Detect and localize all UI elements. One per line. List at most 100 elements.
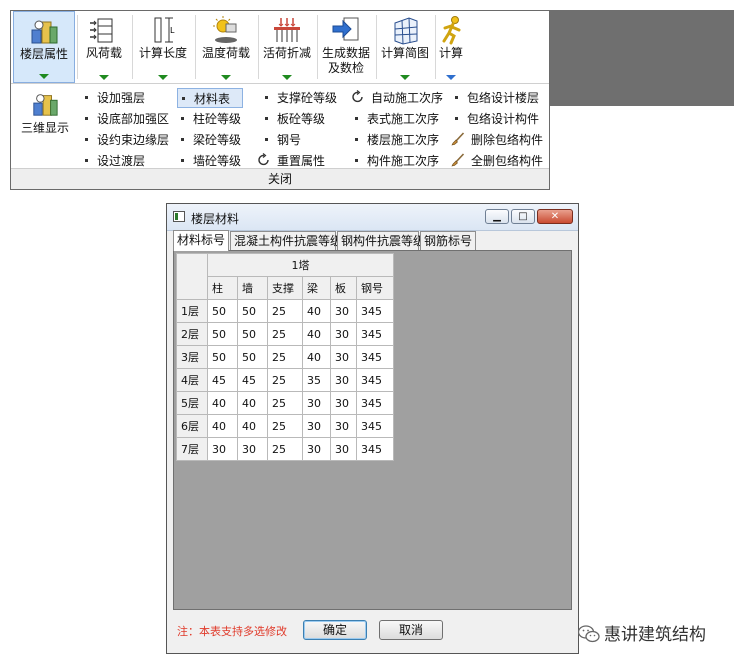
grid-cell-slab[interactable]: 30 [330,437,357,461]
bullet-icon [85,159,88,162]
grid-cell-steel-grade[interactable]: 345 [356,322,394,346]
panel-item-set-constraint-edge[interactable]: 设约束边缘层 [81,130,169,150]
grid-cell-brace[interactable]: 25 [267,437,303,461]
tab-material-grade[interactable]: 材料标号 [173,230,229,251]
grid-cell-beam[interactable]: 40 [302,345,331,369]
grid-cell-column[interactable]: 50 [207,345,238,369]
grid-cell-column[interactable]: 40 [207,414,238,438]
panel-item-label: 设约束边缘层 [97,133,170,147]
calc-diagram-button[interactable]: 计算简图 [377,11,433,83]
panel-item-label: 墙砼等级 [193,154,242,168]
generate-data-button[interactable]: 生成数据 及数检 [318,11,374,83]
grid-cell-wall[interactable]: 30 [237,437,268,461]
grid-cell-steel-grade[interactable]: 345 [356,299,394,323]
grid-cell-column[interactable]: 50 [207,299,238,323]
wind-load-button[interactable]: 风荷载 [78,11,130,83]
grid-cell-brace[interactable]: 25 [267,391,303,415]
bullet-icon [355,138,358,141]
row-header[interactable]: 4层 [176,368,208,392]
row-header[interactable]: 6层 [176,414,208,438]
grid-cell-column[interactable]: 40 [207,391,238,415]
chevron-down-icon[interactable] [221,75,231,80]
grid-cell-steel-grade[interactable]: 345 [356,345,394,369]
panel-item-column-concrete-grade[interactable]: 柱砼等级 [177,109,241,129]
row-header[interactable]: 5层 [176,391,208,415]
tab-rebar-grade[interactable]: 钢筋标号 [420,231,476,250]
grid-cell-wall[interactable]: 50 [237,299,268,323]
grid-cell-beam[interactable]: 30 [302,437,331,461]
grid-cell-steel-grade[interactable]: 345 [356,368,394,392]
chevron-down-icon[interactable] [282,75,292,80]
panel-item-set-strengthen-floor[interactable]: 设加强层 [81,88,145,108]
grid-cell-beam[interactable]: 30 [302,414,331,438]
grid-cell-beam[interactable]: 35 [302,368,331,392]
grid-cell-brace[interactable]: 25 [267,322,303,346]
calculate-button[interactable]: 计算 [436,11,466,83]
column-header-row: 柱墙支撑梁板钢号 [177,276,394,300]
floor-properties-button[interactable]: 楼层属性 [13,11,75,83]
close-button[interactable]: ✕ [537,209,573,224]
grid-cell-column[interactable]: 50 [207,322,238,346]
grid-cell-wall[interactable]: 50 [237,322,268,346]
row-header[interactable]: 3层 [176,345,208,369]
view-3d-button[interactable]: 三维显示 [15,86,75,146]
minimize-button[interactable]: ▁ [485,209,509,224]
panel-item-auto-construction-order[interactable]: 自动施工次序 [351,88,443,108]
panel-item-label: 楼层施工次序 [367,133,440,147]
grid-cell-column[interactable]: 30 [207,437,238,461]
grid-cell-steel-grade[interactable]: 345 [356,414,394,438]
grid-cell-slab[interactable]: 30 [330,322,357,346]
chevron-down-icon[interactable] [99,75,109,80]
live-load-reduction-button[interactable]: 活荷折减 [259,11,315,83]
maximize-button[interactable]: □ [511,209,535,224]
tab-concrete-seismic-grade[interactable]: 混凝土构件抗震等级 [230,231,342,250]
panel-item-steel-grade[interactable]: 钢号 [261,130,301,150]
bullet-icon [181,159,184,162]
tab-steel-seismic-grade[interactable]: 钢构件抗震等级 [337,231,425,250]
row-header[interactable]: 2层 [176,322,208,346]
grid-cell-slab[interactable]: 30 [330,368,357,392]
watermark-text: 惠讲建筑结构 [604,625,706,645]
row-header[interactable]: 1层 [176,299,208,323]
panel-item-envelope-design-member[interactable]: 包络设计构件 [451,109,539,129]
grid-cell-column[interactable]: 45 [207,368,238,392]
temperature-load-button[interactable]: 温度荷载 [196,11,256,83]
grid-cell-brace[interactable]: 25 [267,414,303,438]
grid-cell-steel-grade[interactable]: 345 [356,437,394,461]
grid-cell-brace[interactable]: 25 [267,345,303,369]
grid-cell-slab[interactable]: 30 [330,414,357,438]
grid-cell-slab[interactable]: 30 [330,345,357,369]
grid-cell-wall[interactable]: 40 [237,414,268,438]
grid-cell-wall[interactable]: 50 [237,345,268,369]
grid-cell-beam[interactable]: 30 [302,391,331,415]
calc-length-button[interactable]: L 计算长度 [133,11,193,83]
panel-item-slab-concrete-grade[interactable]: 板砼等级 [261,109,325,129]
panel-item-brace-concrete-grade[interactable]: 支撑砼等级 [261,88,337,108]
grid-cell-wall[interactable]: 45 [237,368,268,392]
grid-cell-beam[interactable]: 40 [302,299,331,323]
panel-item-envelope-design-floor[interactable]: 包络设计楼层 [451,88,539,108]
cancel-button[interactable]: 取消 [379,620,443,640]
panel-item-beam-concrete-grade[interactable]: 梁砼等级 [177,130,241,150]
panel-item-delete-envelope-member[interactable]: 删除包络构件 [451,130,543,150]
floor-properties-icon [31,20,58,44]
row-header[interactable]: 7层 [176,437,208,461]
panel-item-material-table[interactable]: 材料表 [177,88,243,108]
grid-cell-steel-grade[interactable]: 345 [356,391,394,415]
grid-cell-beam[interactable]: 40 [302,322,331,346]
panel-item-set-bottom-strengthen[interactable]: 设底部加强区 [81,109,169,129]
panel-item-floor-construction-order[interactable]: 楼层施工次序 [351,130,439,150]
ok-button[interactable]: 确定 [303,620,367,640]
dialog-titlebar[interactable]: 楼层材料 ▁ □ ✕ [167,204,578,231]
chevron-down-icon[interactable] [158,75,168,80]
chevron-down-icon[interactable] [39,74,49,79]
grid-cell-wall[interactable]: 40 [237,391,268,415]
grid-cell-brace[interactable]: 25 [267,368,303,392]
chevron-down-icon[interactable] [400,75,410,80]
ribbon-close-bar[interactable]: 关闭 [11,168,549,189]
panel-item-table-construction-order[interactable]: 表式施工次序 [351,109,439,129]
grid-cell-slab[interactable]: 30 [330,299,357,323]
chevron-down-icon[interactable] [446,75,456,80]
grid-cell-slab[interactable]: 30 [330,391,357,415]
grid-cell-brace[interactable]: 25 [267,299,303,323]
